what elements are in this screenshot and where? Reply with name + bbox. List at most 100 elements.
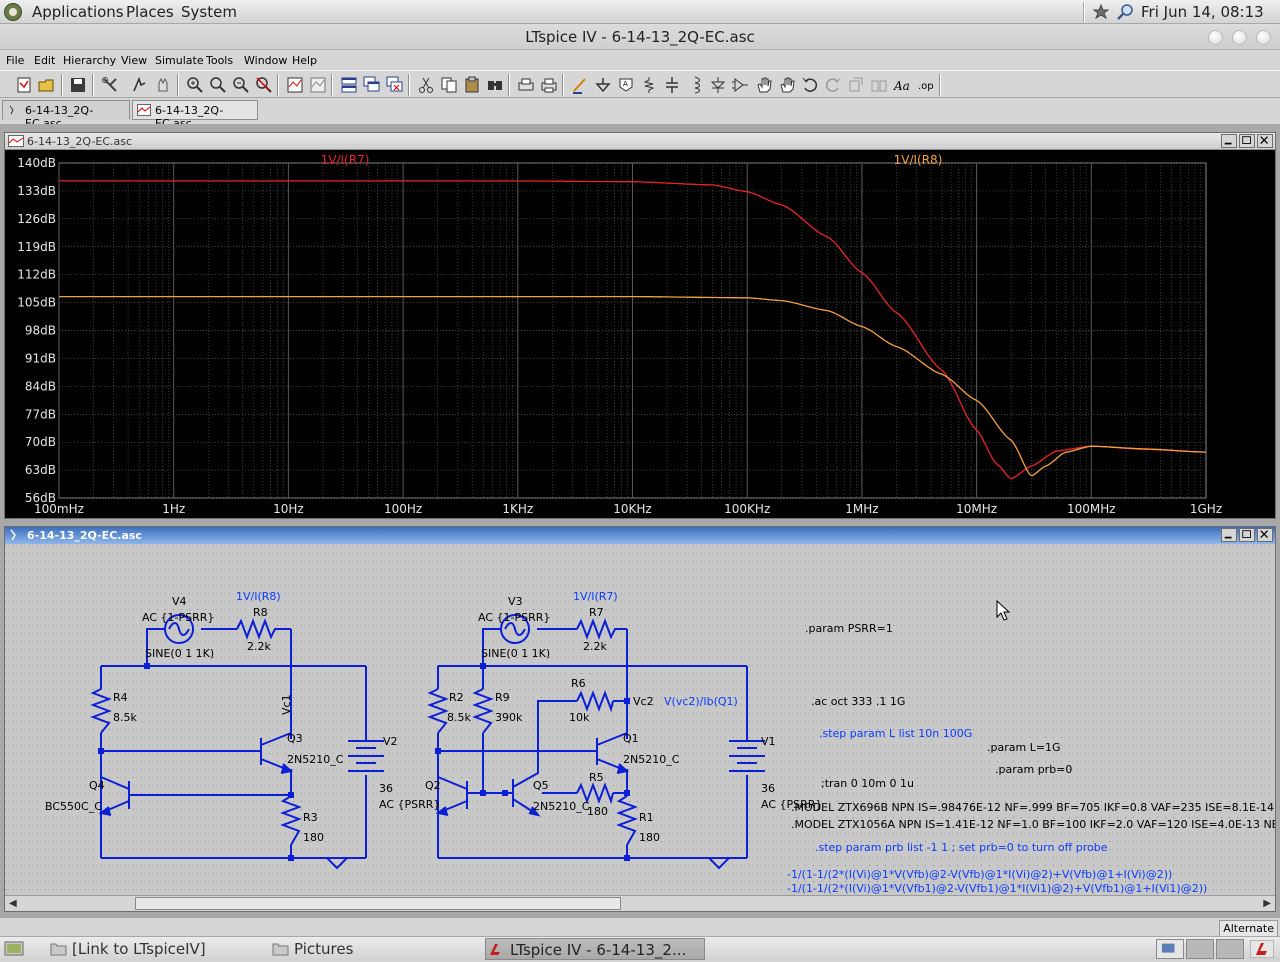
autorange-icon[interactable] xyxy=(285,75,305,95)
waveform-window-titlebar[interactable]: 6-14-13_2Q-EC.asc xyxy=(5,133,1275,150)
task-ltspice[interactable]: LTspice IV - 6-14-13_2... xyxy=(485,938,705,960)
directive-expression-2[interactable]: -1/(1-1/(2*(I(Vi)@1*V(Vfb1)@2-V(Vfb1)@1*… xyxy=(787,882,1207,895)
label-v4-ac[interactable]: AC {1-PSRR} xyxy=(142,611,214,624)
print-setup-icon[interactable] xyxy=(516,75,536,95)
label-q5-model[interactable]: 2N5210_C xyxy=(533,800,590,813)
search-icon[interactable] xyxy=(1116,3,1134,21)
label-v3-sine[interactable]: SINE(0 1 1K) xyxy=(481,647,550,660)
label-r9-value[interactable]: 390k xyxy=(495,711,523,724)
places-menu[interactable]: Places xyxy=(126,3,174,21)
label-q5[interactable]: Q5 xyxy=(533,779,549,792)
label-q1[interactable]: Q1 xyxy=(623,732,639,745)
label-v2-value[interactable]: 36 xyxy=(379,782,393,795)
menu-simulate[interactable]: Simulate xyxy=(155,54,204,67)
directive-step-prb[interactable]: .step param prb list -1 1 ; set prb=0 to… xyxy=(815,841,1108,854)
zoom-cancel-icon[interactable] xyxy=(254,75,274,95)
directive-model-ztx1056a[interactable]: .MODEL ZTX1056A NPN IS=1.41E-12 NF=1.0 B… xyxy=(791,818,1275,831)
directive-expression-1[interactable]: -1/(1-1/(2*(I(Vi)@1*V(Vfb)@2-V(Vfb)@1*I(… xyxy=(787,868,1172,881)
text-icon[interactable]: Aa xyxy=(892,75,912,95)
label-v3-ac[interactable]: AC {1-PSRR} xyxy=(478,611,550,624)
scroll-left-arrow-icon[interactable]: ◀ xyxy=(9,898,17,909)
menu-help[interactable]: Help xyxy=(292,54,317,67)
menu-view[interactable]: View xyxy=(121,54,147,67)
mdi-minimize-button[interactable] xyxy=(1221,528,1237,542)
cut-icon[interactable] xyxy=(416,75,436,95)
waveform-plot[interactable]: 140dB 133dB 126dB 119dB 112dB 105dB 98dB 91dB 84… xyxy=(5,151,1275,518)
label-net-icon[interactable]: A xyxy=(616,75,636,95)
minimize-window-button[interactable] xyxy=(1208,30,1223,45)
mdi-maximize-button[interactable] xyxy=(1239,134,1255,148)
scroll-right-arrow-icon[interactable]: ▶ xyxy=(1263,898,1271,909)
directive-model-ztx696b[interactable]: .MODEL ZTX696B NPN IS=.98476E-12 NF=.999… xyxy=(791,801,1275,814)
menu-file[interactable]: File xyxy=(6,54,24,67)
label-vc1[interactable]: Vc1 xyxy=(280,694,293,715)
zoom-out-icon[interactable] xyxy=(231,75,251,95)
label-r3-value[interactable]: 180 xyxy=(303,831,324,844)
mdi-close-button[interactable] xyxy=(1257,528,1273,542)
system-menu[interactable]: System xyxy=(181,3,237,21)
menu-hierarchy[interactable]: Hierarchy xyxy=(63,54,116,67)
label-r3[interactable]: R3 xyxy=(303,811,318,824)
tile-horizontal-icon[interactable] xyxy=(339,75,359,95)
label-r4-value[interactable]: 8.5k xyxy=(113,711,137,724)
show-desktop-icon[interactable] xyxy=(4,940,24,958)
label-v3[interactable]: V3 xyxy=(508,595,523,608)
new-schematic-icon[interactable] xyxy=(14,75,34,95)
task-pictures[interactable]: Pictures xyxy=(270,938,470,960)
open-icon[interactable] xyxy=(37,75,57,95)
spice-directive-icon[interactable]: .op xyxy=(915,75,935,95)
waveform-window[interactable]: 6-14-13_2Q-EC.asc 140dB 133dB 126dB 119dB 11… xyxy=(4,132,1276,519)
label-r5[interactable]: R5 xyxy=(589,771,604,784)
label-r9[interactable]: R9 xyxy=(495,691,510,704)
zoom-in-icon[interactable] xyxy=(185,75,205,95)
move-hand-icon[interactable] xyxy=(754,75,774,95)
copy-icon[interactable] xyxy=(439,75,459,95)
directive-step-l[interactable]: .step param L list 10n 100G xyxy=(819,727,972,740)
label-r8-probe[interactable]: 1V/I(R8) xyxy=(236,590,281,603)
workspace-3[interactable] xyxy=(1216,939,1244,959)
label-v2-ac[interactable]: AC {PSRR} xyxy=(379,798,440,811)
label-r8[interactable]: R8 xyxy=(253,606,268,619)
halt-icon[interactable] xyxy=(153,75,173,95)
ground-icon[interactable] xyxy=(593,75,613,95)
wire-icon[interactable] xyxy=(570,75,590,95)
mirror-icon[interactable] xyxy=(869,75,889,95)
directive-param-l[interactable]: .param L=1G xyxy=(987,741,1061,754)
paste-icon[interactable] xyxy=(462,75,482,95)
label-q2[interactable]: Q2 xyxy=(425,779,441,792)
label-v4[interactable]: V4 xyxy=(172,595,187,608)
label-v2[interactable]: V2 xyxy=(383,735,398,748)
label-r4[interactable]: R4 xyxy=(113,691,128,704)
mdi-close-button[interactable] xyxy=(1257,134,1273,148)
schematic-window-titlebar[interactable]: 6-14-13_2Q-EC.asc xyxy=(5,527,1275,544)
label-r7-value[interactable]: 2.2k xyxy=(583,640,607,653)
label-vc2-expr[interactable]: V(vc2)/Ib(Q1) xyxy=(664,695,738,708)
close-all-icon[interactable] xyxy=(385,75,405,95)
gnome-foot-icon[interactable] xyxy=(3,2,23,22)
undo-icon[interactable] xyxy=(800,75,820,95)
label-r2[interactable]: R2 xyxy=(449,691,464,704)
directive-ac[interactable]: .ac oct 333 .1 1G xyxy=(811,695,905,708)
run-icon[interactable] xyxy=(129,75,149,95)
directive-param-psrr[interactable]: .param PSRR=1 xyxy=(805,622,893,635)
label-r2-value[interactable]: 8.5k xyxy=(447,711,471,724)
find-icon[interactable] xyxy=(485,75,505,95)
trace-label-r8[interactable]: 1V/I(R8) xyxy=(894,153,943,167)
task-link-ltspiceiv[interactable]: [Link to LTspiceIV] xyxy=(48,938,258,960)
label-r6[interactable]: R6 xyxy=(571,677,586,690)
schematic-window[interactable]: 6-14-13_2Q-EC.asc V4 AC {1-PSRR} SINE(0 … xyxy=(4,526,1276,912)
mdi-maximize-button[interactable] xyxy=(1239,528,1255,542)
label-v1-value[interactable]: 36 xyxy=(761,782,775,795)
close-window-button[interactable] xyxy=(1256,30,1271,45)
menu-edit[interactable]: Edit xyxy=(34,54,55,67)
plot-settings-icon[interactable] xyxy=(308,75,328,95)
cascade-icon[interactable] xyxy=(362,75,382,95)
label-r8-value[interactable]: 2.2k xyxy=(247,640,271,653)
horizontal-scrollbar[interactable]: ◀ ▶ xyxy=(5,895,1275,911)
label-q4-model[interactable]: BC550C_C xyxy=(45,800,102,813)
inductor-icon[interactable] xyxy=(685,75,705,95)
label-q4[interactable]: Q4 xyxy=(89,779,105,792)
maximize-window-button[interactable] xyxy=(1232,30,1247,45)
directive-param-prb[interactable]: .param prb=0 xyxy=(995,763,1072,776)
label-q3-model[interactable]: 2N5210_C xyxy=(287,753,344,766)
